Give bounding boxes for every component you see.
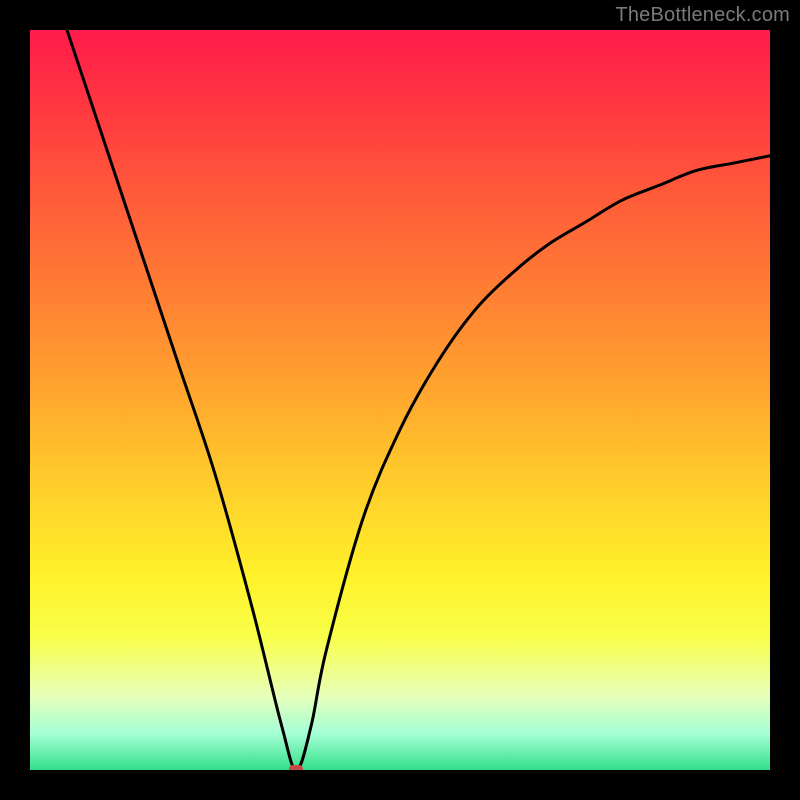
curve-svg — [30, 30, 770, 770]
optimal-point-marker — [289, 765, 303, 770]
plot-area — [30, 30, 770, 770]
chart-frame: TheBottleneck.com — [0, 0, 800, 800]
watermark-text: TheBottleneck.com — [615, 4, 790, 27]
bottleneck-curve — [67, 30, 770, 770]
